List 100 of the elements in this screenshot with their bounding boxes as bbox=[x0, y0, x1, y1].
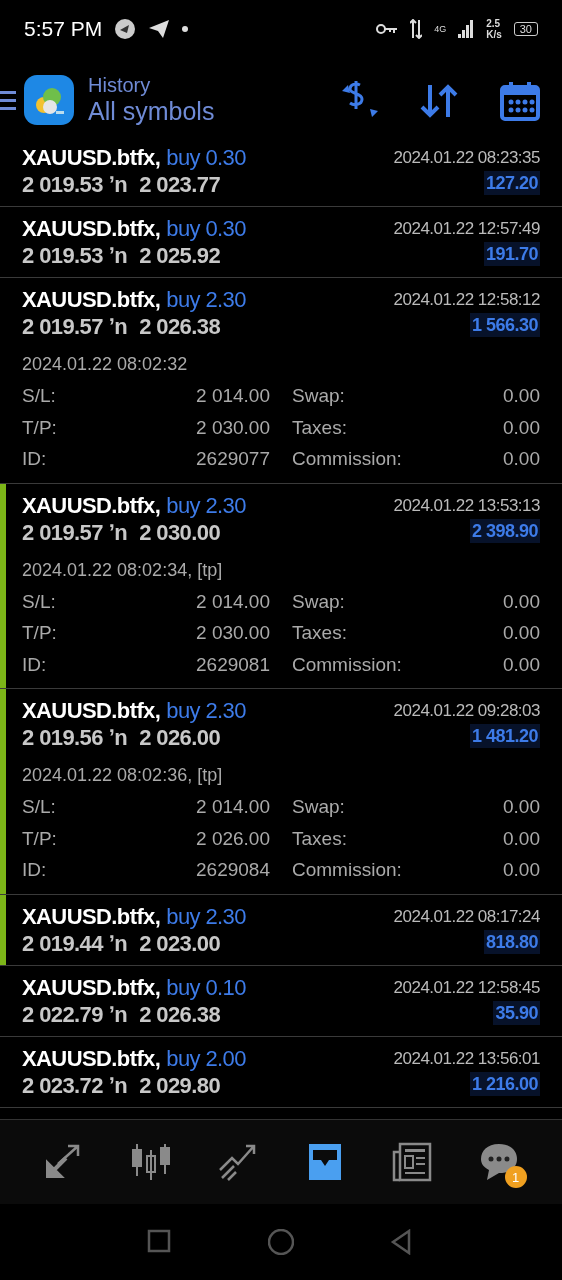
profit-value: 1 481.20 bbox=[469, 724, 540, 748]
menu-icon[interactable] bbox=[0, 89, 16, 111]
price-arrow: ʼn bbox=[108, 929, 128, 957]
field-label: ID: bbox=[22, 447, 48, 471]
price-arrow: ʼn bbox=[108, 1071, 128, 1099]
field-value: 2 026.00 bbox=[195, 826, 270, 851]
field-value: 0.00 bbox=[502, 384, 540, 408]
close-time: 2024.01.22 12:58:45 bbox=[393, 976, 540, 999]
field-value: 0.00 bbox=[502, 826, 540, 851]
close-price: 2 029.80 bbox=[139, 1071, 221, 1099]
symbol-name: XAUUSD.btfx, bbox=[22, 286, 161, 313]
close-price: 2 023.00 bbox=[139, 929, 221, 957]
price-arrow: ʼn bbox=[108, 518, 128, 546]
field-value: 2 030.00 bbox=[195, 415, 270, 440]
field-value: 2629081 bbox=[195, 652, 270, 677]
close-time: 2024.01.22 08:17:24 bbox=[393, 905, 540, 928]
field-value: 0.00 bbox=[502, 447, 540, 471]
field-label: S/L: bbox=[22, 589, 57, 614]
field-value: 0.00 bbox=[502, 652, 540, 677]
field-label: ID: bbox=[22, 652, 48, 677]
paper-plane-icon bbox=[148, 19, 171, 39]
battery-level: 30 bbox=[513, 22, 538, 36]
field-label: Commission: bbox=[291, 447, 403, 471]
field-value: 0.00 bbox=[502, 858, 540, 882]
symbol-name: XAUUSD.btfx, bbox=[22, 491, 161, 519]
deal-row[interactable]: XAUUSD.btfx, buy 2.00 2 023.72 ʼn 2 029.80 2024.01.22 13:56:01 1 216.00 bbox=[6, 1036, 562, 1107]
profit-value: 1 566.30 bbox=[469, 313, 540, 337]
close-price: 2 026.38 bbox=[139, 313, 221, 340]
price-arrow: ʼn bbox=[108, 313, 128, 340]
close-time: 2024.01.22 12:58:12 bbox=[393, 289, 540, 311]
field-label: Taxes: bbox=[291, 621, 348, 645]
field-label: S/L: bbox=[22, 795, 57, 819]
field-label: ID: bbox=[22, 858, 48, 882]
field-value: 2 014.00 bbox=[195, 795, 270, 819]
close-time: 2024.01.22 13:53:13 bbox=[393, 494, 540, 517]
home-icon[interactable] bbox=[268, 1229, 294, 1255]
deal-row[interactable]: XAUUSD.btfx, buy 2.30 2 019.44 ʼn 2 023.00 2024.01.22 08:17:24 818.80 bbox=[6, 894, 562, 965]
field-value: 2 030.00 bbox=[195, 621, 270, 645]
price-arrow: ʼn bbox=[108, 724, 128, 751]
key-icon bbox=[376, 23, 399, 35]
order-type: buy 2.30 bbox=[166, 491, 246, 519]
order-type: buy 2.30 bbox=[166, 697, 246, 724]
close-time: 2024.01.22 09:28:03 bbox=[393, 700, 540, 722]
symbol-filter[interactable]: All symbols bbox=[88, 97, 338, 126]
open-price: 2 023.72 bbox=[22, 1071, 103, 1099]
dot-icon bbox=[182, 26, 189, 32]
notification-icon bbox=[114, 18, 137, 40]
symbol-name: XAUUSD.btfx, bbox=[22, 215, 161, 242]
field-value: 0.00 bbox=[502, 795, 540, 819]
field-value: 2 014.00 bbox=[195, 589, 270, 614]
order-type: buy 0.10 bbox=[166, 973, 246, 1001]
speed-value: 2.5 bbox=[486, 18, 502, 29]
close-time: 2024.01.22 13:56:01 bbox=[393, 1047, 540, 1070]
signal-icon bbox=[458, 20, 475, 38]
symbol-name: XAUUSD.btfx, bbox=[22, 973, 161, 1001]
field-label: S/L: bbox=[22, 384, 57, 408]
deal-row[interactable]: XAUUSD.btfx, buy 2.30 2 019.56 ʼn 2 026.00 2024.01.22 09:28:03 1 481.20 2024.01.22 08:02:36, [tp] S/L: 2 014.00 Swap: 0.00 T/P: 2 026.00 Taxes: 0.00 ID: 2629084 Commission: 0.00 bbox=[6, 689, 562, 894]
order-type: buy 2.00 bbox=[166, 1044, 246, 1072]
field-label: Commission: bbox=[291, 858, 403, 882]
field-label: T/P: bbox=[22, 621, 58, 645]
profit-value: 35.90 bbox=[493, 1000, 540, 1025]
symbol-name: XAUUSD.btfx, bbox=[22, 144, 161, 171]
network-type: 4G bbox=[434, 24, 447, 34]
symbol-name: XAUUSD.btfx, bbox=[22, 697, 161, 724]
deal-row[interactable]: XAUUSD.btfx, buy 2.30 2 019.57 ʼn 2 030.00 2024.01.22 13:53:13 2 398.90 2024.01.22 08:02:34, [tp] S/L: 2 014.00 Swap: 0.00 T/P: 2 030.00 Taxes: 0.00 ID: 2629081 Commission: 0.00 bbox=[6, 483, 562, 688]
open-price: 2 019.56 bbox=[22, 724, 103, 751]
close-time: 2024.01.22 08:23:35 bbox=[393, 147, 540, 169]
profit-value: 127.20 bbox=[483, 171, 540, 195]
deal-row[interactable]: XAUUSD.btfx, buy 0.30 2 019.53 ʼn 2 025.92 2024.01.22 12:57:49 191.70 bbox=[6, 207, 562, 277]
open-time: 2024.01.22 08:02:34, [tp] bbox=[22, 558, 224, 582]
order-type: buy 0.30 bbox=[166, 144, 246, 171]
clock-time: 5:57 PM bbox=[24, 17, 103, 41]
field-value: 2629077 bbox=[195, 447, 270, 471]
open-price: 2 022.79 bbox=[22, 1000, 103, 1028]
deal-row[interactable]: XAUUSD.btfx, buy 2.30 2 019.57 ʼn 2 026.38 2024.01.22 12:58:12 1 566.30 2024.01.22 08:02:32 S/L: 2 014.00 Swap: 0.00 T/P: 2 030.00 Taxes: 0.00 ID: 2629077 Commission: 0.00 bbox=[6, 278, 562, 483]
symbol-name: XAUUSD.btfx, bbox=[22, 1044, 161, 1072]
symbol-name: XAUUSD.btfx, bbox=[22, 902, 161, 930]
close-price: 2 025.92 bbox=[139, 242, 221, 269]
calendar-icon[interactable] bbox=[498, 79, 542, 121]
open-price: 2 019.44 bbox=[22, 929, 103, 957]
price-arrow: ʼn bbox=[108, 171, 128, 198]
field-label: T/P: bbox=[22, 415, 58, 440]
field-label: Taxes: bbox=[291, 826, 348, 851]
field-label: Swap: bbox=[291, 589, 346, 614]
field-value: 2629084 bbox=[195, 858, 270, 882]
price-arrow: ʼn bbox=[108, 242, 128, 269]
close-price: 2 030.00 bbox=[139, 518, 221, 546]
order-type: buy 0.30 bbox=[166, 215, 246, 242]
open-time: 2024.01.22 08:02:36, [tp] bbox=[22, 764, 224, 787]
open-price: 2 019.53 bbox=[22, 242, 103, 269]
price-arrow: ʼn bbox=[108, 1000, 128, 1028]
open-price: 2 019.57 bbox=[22, 313, 103, 340]
close-time: 2024.01.22 12:57:49 bbox=[393, 218, 540, 240]
field-value: 0.00 bbox=[502, 415, 540, 440]
data-arrows-icon bbox=[410, 19, 423, 39]
notification-badge: 1 bbox=[504, 1166, 527, 1188]
deal-row[interactable]: XAUUSD.btfx, buy 0.30 2 019.53 ʼn 2 023.77 2024.01.22 08:23:35 127.20 bbox=[6, 142, 562, 206]
field-value: 0.00 bbox=[502, 589, 540, 614]
field-label: Swap: bbox=[291, 384, 346, 408]
deal-row[interactable]: XAUUSD.btfx, buy 0.10 2 022.79 ʼn 2 026.38 2024.01.22 12:58:45 35.90 bbox=[6, 965, 562, 1036]
